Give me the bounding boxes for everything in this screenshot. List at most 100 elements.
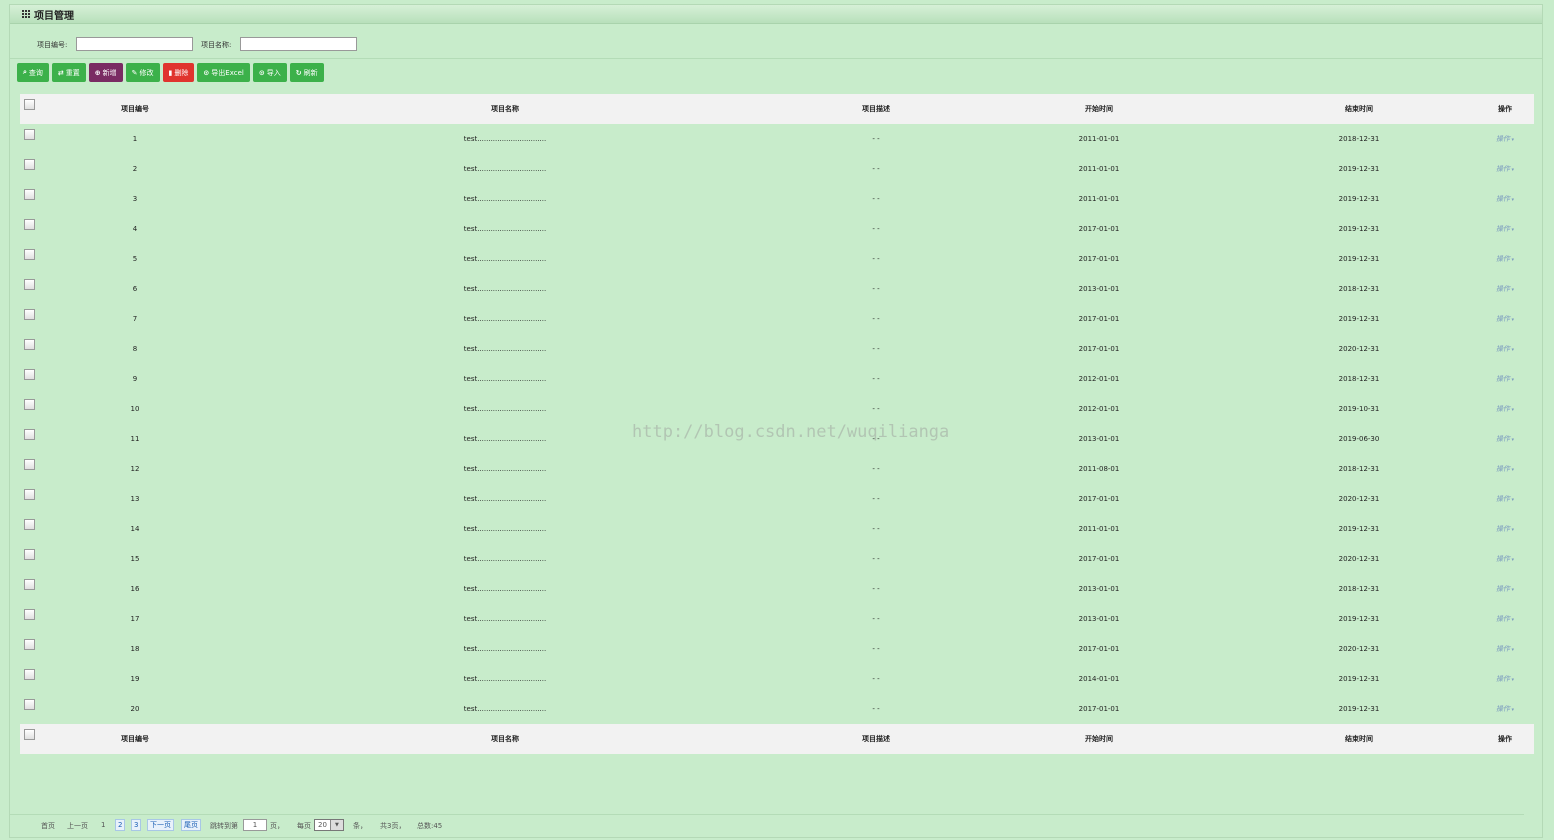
refresh-button[interactable]: ↻ 刷新: [289, 63, 324, 82]
table-row[interactable]: 10 test............................... - -…: [20, 394, 1534, 424]
col-footer-no[interactable]: 项目编号: [115, 724, 155, 754]
table-row[interactable]: 4 test............................... - - 2…: [20, 214, 1534, 244]
col-footer-start[interactable]: 开始时间: [1069, 724, 1129, 754]
project-name-input[interactable]: [240, 37, 357, 51]
col-header-end[interactable]: 结束时间: [1329, 94, 1389, 124]
table-row[interactable]: 3 test............................... - - 2…: [20, 184, 1534, 214]
row-checkbox[interactable]: [24, 519, 35, 530]
col-header-desc[interactable]: 项目描述: [846, 94, 906, 124]
cell-no: 6: [132, 285, 138, 293]
row-checkbox[interactable]: [24, 549, 35, 560]
row-action-menu[interactable]: 操作: [1496, 345, 1514, 353]
cell-op: 操作: [1485, 424, 1525, 454]
row-checkbox[interactable]: [24, 399, 35, 410]
row-checkbox[interactable]: [24, 309, 35, 320]
table-row[interactable]: 15 test............................... - -…: [20, 544, 1534, 574]
col-footer-end[interactable]: 结束时间: [1329, 724, 1389, 754]
row-action-menu[interactable]: 操作: [1496, 285, 1514, 293]
col-header-no[interactable]: 项目编号: [115, 94, 155, 124]
project-no-input[interactable]: [76, 37, 193, 51]
cell-op: 操作: [1485, 184, 1525, 214]
row-checkbox[interactable]: [24, 189, 35, 200]
table-row[interactable]: 9 test............................... - - 2…: [20, 364, 1534, 394]
row-action-menu[interactable]: 操作: [1496, 615, 1514, 623]
table-row[interactable]: 8 test............................... - - 2…: [20, 334, 1534, 364]
page-3[interactable]: 3: [131, 819, 142, 831]
select-all-checkbox[interactable]: [24, 99, 35, 110]
col-footer-name[interactable]: 项目名称: [445, 724, 565, 754]
table-row[interactable]: 6 test............................... - - 2…: [20, 274, 1534, 304]
row-action-menu[interactable]: 操作: [1496, 375, 1514, 383]
row-action-menu[interactable]: 操作: [1496, 465, 1514, 473]
export-excel-button[interactable]: ⊙ 导出Excel: [197, 63, 250, 82]
cell-start: 2017-01-01: [1078, 345, 1120, 353]
select-all-checkbox-footer[interactable]: [24, 729, 35, 740]
row-checkbox[interactable]: [24, 159, 35, 170]
row-checkbox[interactable]: [24, 429, 35, 440]
per-page-select[interactable]: 20 ▼: [314, 819, 344, 831]
row-checkbox[interactable]: [24, 639, 35, 650]
reset-button[interactable]: ⇄ 重置: [51, 63, 86, 82]
table-row[interactable]: 2 test............................... - - 2…: [20, 154, 1534, 184]
table-row[interactable]: 14 test............................... - -…: [20, 514, 1534, 544]
row-action-menu[interactable]: 操作: [1496, 405, 1514, 413]
table-row[interactable]: 18 test............................... - -…: [20, 634, 1534, 664]
row-checkbox[interactable]: [24, 669, 35, 680]
cell-name: test...............................: [463, 525, 547, 533]
table-row[interactable]: 17 test............................... - -…: [20, 604, 1534, 634]
row-action-menu[interactable]: 操作: [1496, 165, 1514, 173]
table-row[interactable]: 1 test............................... - - 2…: [20, 124, 1534, 154]
chevron-down-icon[interactable]: ▼: [329, 820, 343, 830]
prev-page-link[interactable]: 上一页: [67, 821, 88, 831]
row-action-menu[interactable]: 操作: [1496, 495, 1514, 503]
col-footer-desc[interactable]: 项目描述: [846, 724, 906, 754]
row-checkbox[interactable]: [24, 369, 35, 380]
row-action-menu[interactable]: 操作: [1496, 525, 1514, 533]
row-checkbox[interactable]: [24, 219, 35, 230]
row-checkbox[interactable]: [24, 579, 35, 590]
page-1[interactable]: 1: [101, 821, 105, 829]
table-row[interactable]: 7 test............................... - - 2…: [20, 304, 1534, 334]
cell-no: 16: [130, 585, 140, 593]
last-page-link[interactable]: 尾页: [181, 819, 201, 831]
table-row[interactable]: 13 test............................... - -…: [20, 484, 1534, 514]
row-checkbox[interactable]: [24, 489, 35, 500]
col-header-name[interactable]: 项目名称: [445, 94, 565, 124]
row-checkbox[interactable]: [24, 609, 35, 620]
page-2[interactable]: 2: [115, 819, 126, 831]
edit-button[interactable]: ✎ 修改: [125, 63, 160, 82]
row-action-menu[interactable]: 操作: [1496, 645, 1514, 653]
row-action-menu[interactable]: 操作: [1496, 585, 1514, 593]
row-action-menu[interactable]: 操作: [1496, 555, 1514, 563]
row-checkbox[interactable]: [24, 129, 35, 140]
cell-end: 2018-12-31: [1338, 585, 1380, 593]
col-header-start[interactable]: 开始时间: [1069, 94, 1129, 124]
plus-circle-icon: ⊕: [94, 68, 101, 77]
row-action-menu[interactable]: 操作: [1496, 225, 1514, 233]
next-page-link[interactable]: 下一页: [147, 819, 174, 831]
first-page-link[interactable]: 首页: [41, 821, 55, 831]
table-row[interactable]: 12 test............................... - -…: [20, 454, 1534, 484]
add-button[interactable]: ⊕ 新增: [88, 63, 123, 82]
table-row[interactable]: 11 test............................... - -…: [20, 424, 1534, 454]
row-action-menu[interactable]: 操作: [1496, 705, 1514, 713]
row-checkbox[interactable]: [24, 699, 35, 710]
table-row[interactable]: 20 test............................... - -…: [20, 694, 1534, 724]
row-checkbox[interactable]: [24, 459, 35, 470]
row-checkbox[interactable]: [24, 249, 35, 260]
table-row[interactable]: 5 test............................... - - 2…: [20, 244, 1534, 274]
row-action-menu[interactable]: 操作: [1496, 315, 1514, 323]
delete-button[interactable]: ▮ 删除: [162, 63, 195, 82]
row-action-menu[interactable]: 操作: [1496, 135, 1514, 143]
row-action-menu[interactable]: 操作: [1496, 675, 1514, 683]
row-action-menu[interactable]: 操作: [1496, 435, 1514, 443]
query-button[interactable]: ⌕ 查询: [17, 63, 49, 82]
row-checkbox[interactable]: [24, 339, 35, 350]
row-action-menu[interactable]: 操作: [1496, 195, 1514, 203]
row-checkbox[interactable]: [24, 279, 35, 290]
table-row[interactable]: 19 test............................... - -…: [20, 664, 1534, 694]
import-button[interactable]: ⊙ 导入: [252, 63, 287, 82]
row-action-menu[interactable]: 操作: [1496, 255, 1514, 263]
table-row[interactable]: 16 test............................... - -…: [20, 574, 1534, 604]
jump-page-input[interactable]: 1: [243, 819, 267, 831]
